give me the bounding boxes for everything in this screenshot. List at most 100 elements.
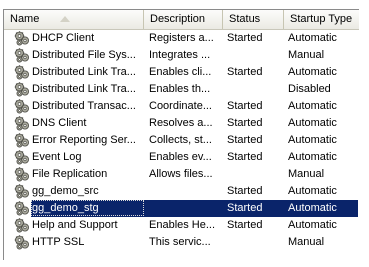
service-name-cell[interactable]: DNS Client [14,115,146,132]
service-row[interactable]: Distributed Link Tra... Enables th... Disa… [4,81,359,98]
service-name: DHCP Client [32,32,95,44]
service-name-cell[interactable]: Distributed Transac... [14,98,146,115]
service-row[interactable]: DNS Client Resolves a... Started Automatic [4,115,359,132]
service-startup-type: Automatic [288,202,337,214]
service-name-cell[interactable]: Help and Support [14,217,146,234]
service-row[interactable]: Error Reporting Ser... Collects, st... Sta… [4,132,359,149]
column-header-description[interactable]: Description [144,10,223,29]
service-gears-icon [14,98,30,114]
service-status [227,166,285,183]
service-name-cell[interactable]: HTTP SSL [14,234,146,251]
service-description: Coordinate... [149,100,212,112]
service-name-cell[interactable]: Distributed File Sys... [14,47,146,64]
column-header-name[interactable]: Name [4,10,144,29]
service-gears-icon [14,200,30,216]
service-startup-type: Automatic [288,151,337,163]
column-header-startup-type-label: Startup Type [290,13,353,25]
service-gears-icon [14,149,30,165]
service-name: File Replication [32,168,108,180]
service-description [149,200,223,217]
service-row[interactable]: gg_demo_stg Started Automatic [4,200,359,217]
service-startup-type: Automatic [288,32,337,44]
service-status: Started [227,202,263,214]
service-name-cell[interactable]: Distributed Link Tra... [14,81,146,98]
service-name: gg_demo_stg [32,202,99,214]
service-row[interactable]: HTTP SSL This servic... Manual [4,234,359,251]
service-gears-icon [14,183,30,199]
service-description: Enables th... [149,83,211,95]
sort-ascending-icon [60,16,70,22]
service-startup-type: Automatic [288,134,337,146]
service-row[interactable]: Distributed Transac... Coordinate... Start… [4,98,359,115]
column-header-description-label: Description [150,13,206,25]
service-description: Enables He... [149,219,216,231]
service-status: Started [227,100,263,112]
service-gears-icon [14,81,30,97]
column-header-name-label: Name [10,13,40,25]
service-status: Started [227,134,263,146]
service-description: This servic... [149,236,211,248]
service-row[interactable]: Help and Support Enables He... Started Auto… [4,217,359,234]
service-row[interactable]: Event Log Enables ev... Started Automatic [4,149,359,166]
service-row[interactable]: gg_demo_src Started Automatic [4,183,359,200]
service-gears-icon [14,47,30,63]
column-header-bar: Name Description Status Startup Type [4,10,359,30]
service-name: Distributed Link Tra... [32,83,136,95]
service-name: Event Log [32,151,82,163]
service-gears-icon [14,166,30,182]
service-name-cell[interactable]: Error Reporting Ser... [14,132,146,149]
service-name: DNS Client [32,117,87,129]
service-description: Collects, st... [149,134,212,146]
service-description [149,183,223,200]
service-status: Started [227,151,263,163]
service-name: Distributed Transac... [32,100,136,112]
service-gears-icon [14,115,30,131]
service-description: Integrates ... [149,49,211,61]
service-startup-type: Automatic [288,66,337,78]
service-row[interactable]: DHCP Client Registers a... Started Automati… [4,30,359,47]
column-header-status-label: Status [229,13,261,25]
service-row[interactable]: Distributed File Sys... Integrates ... Man… [4,47,359,64]
service-name: gg_demo_src [32,185,99,197]
service-row[interactable]: Distributed Link Tra... Enables cli... Sta… [4,64,359,81]
service-status [227,81,285,98]
services-list-view: Name Description Status Startup Type DHC… [3,9,359,260]
service-status: Started [227,185,263,197]
service-description: Resolves a... [149,117,213,129]
service-startup-type: Manual [288,168,325,180]
service-description: Enables cli... [149,66,212,78]
service-status: Started [227,219,263,231]
service-name-cell[interactable]: gg_demo_src [14,183,146,200]
service-name-cell[interactable]: File Replication [14,166,146,183]
service-startup-type: Manual [288,49,325,61]
service-row[interactable]: File Replication Allows files... Manual [4,166,359,183]
column-header-startup-type[interactable]: Startup Type [284,10,359,29]
service-startup-type: Automatic [288,185,337,197]
service-name: Help and Support [32,219,118,231]
service-startup-type: Manual [288,236,325,248]
column-header-status[interactable]: Status [223,10,284,29]
service-name-cell[interactable]: gg_demo_stg [14,200,146,217]
service-startup-type: Automatic [288,100,337,112]
service-description: Registers a... [149,32,214,44]
service-name: HTTP SSL [32,236,85,248]
service-startup-type: Disabled [288,83,331,95]
service-name-cell[interactable]: Distributed Link Tra... [14,64,146,81]
service-gears-icon [14,64,30,80]
service-status: Started [227,32,263,44]
service-description: Enables ev... [149,151,212,163]
service-status: Started [227,117,263,129]
service-name-cell[interactable]: DHCP Client [14,30,146,47]
service-name-cell[interactable]: Event Log [14,149,146,166]
service-gears-icon [14,217,30,233]
service-name: Distributed File Sys... [32,49,136,61]
service-startup-type: Automatic [288,117,337,129]
service-description: Allows files... [149,168,213,180]
service-startup-type: Automatic [288,219,337,231]
service-name: Distributed Link Tra... [32,66,136,78]
service-gears-icon [14,30,30,46]
service-status [227,47,285,64]
service-name: Error Reporting Ser... [32,134,136,146]
service-status [227,234,285,251]
service-gears-icon [14,132,30,148]
